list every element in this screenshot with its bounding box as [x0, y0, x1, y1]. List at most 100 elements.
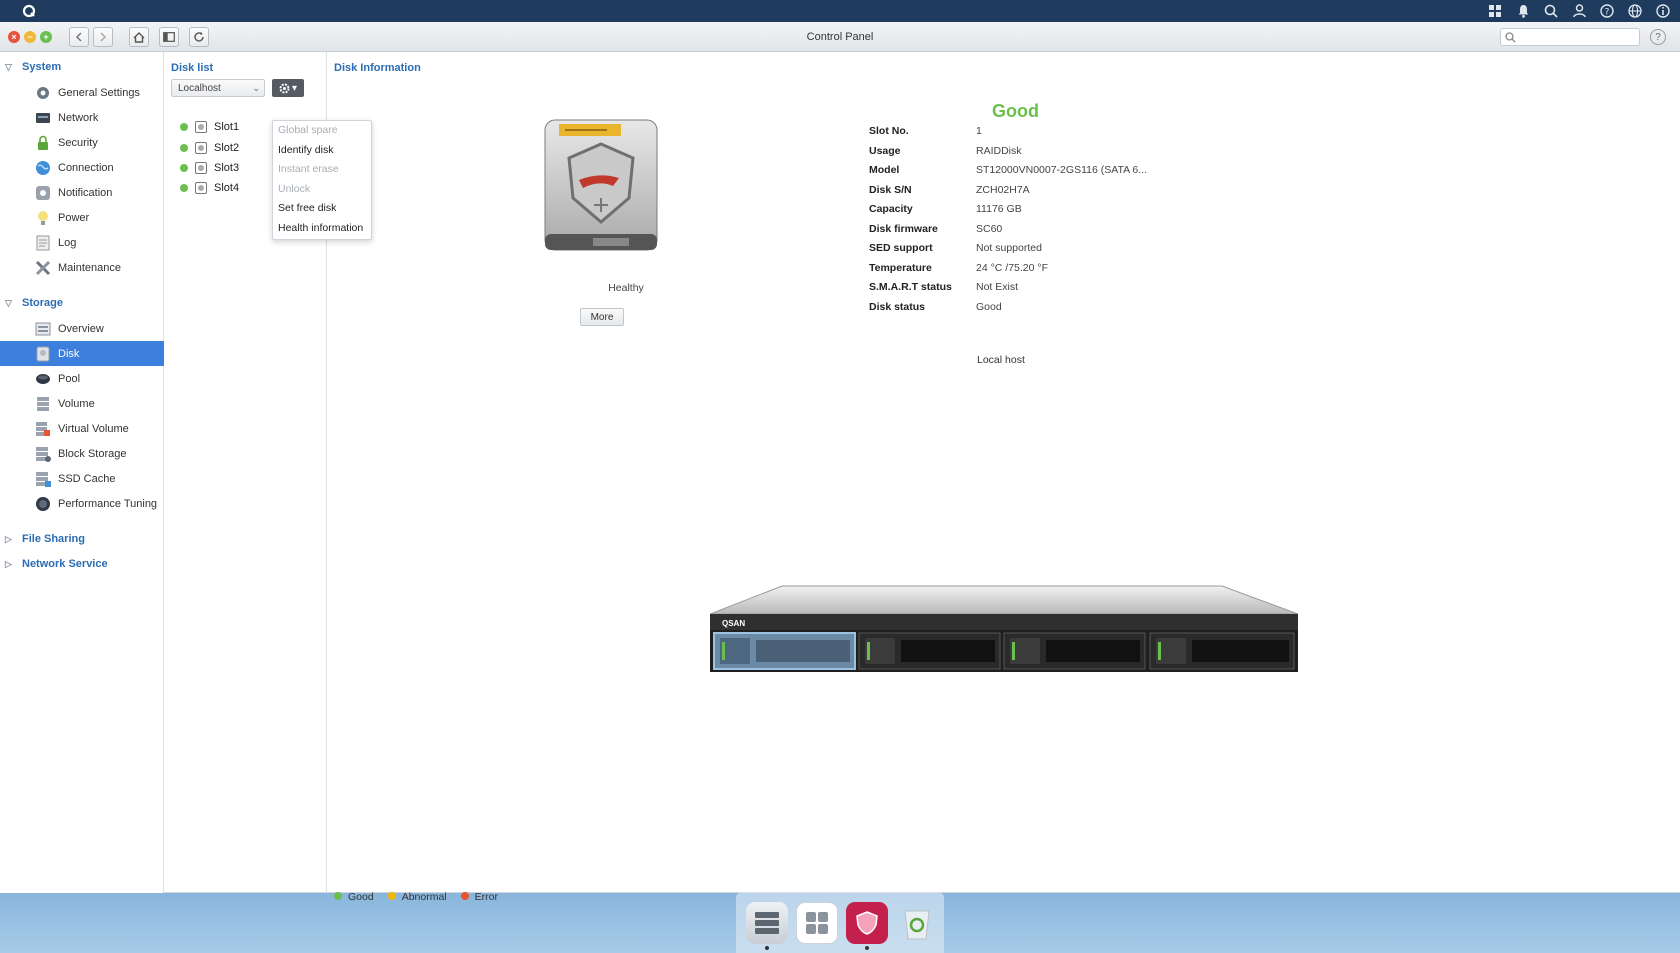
- info-row-slot-no: Slot No. 1: [869, 121, 982, 141]
- sidebar-section-label: File Sharing: [22, 533, 85, 545]
- language-globe-icon[interactable]: [1626, 2, 1644, 20]
- sidebar-section-label: Storage: [22, 297, 63, 309]
- block-storage-icon: [34, 445, 52, 463]
- chevron-right-icon: ▷: [5, 533, 12, 544]
- running-indicator: [865, 945, 869, 950]
- chevron-down-icon: ▽: [5, 61, 12, 72]
- lock-icon: [34, 134, 52, 152]
- sidebar-item-label: Power: [58, 211, 90, 224]
- sidebar-item-block-storage[interactable]: Block Storage: [0, 441, 164, 466]
- info-value: Good: [976, 300, 1002, 313]
- sidebar-item-performance-tuning[interactable]: Performance Tuning: [0, 491, 164, 516]
- recycle-bin-dock-icon[interactable]: [896, 902, 938, 944]
- sidebar-item-notification[interactable]: Notification: [0, 180, 164, 205]
- info-row-model: Model ST12000VN0007-2GS116 (SATA 6...: [869, 160, 1147, 180]
- sidebar-item-label: Virtual Volume: [58, 422, 129, 435]
- security-shield-dock-icon[interactable]: [846, 901, 888, 950]
- sidebar-item-volume[interactable]: Volume: [0, 391, 164, 416]
- health-status-label: Healthy: [608, 282, 644, 294]
- sidebar-item-virtual-volume[interactable]: Virtual Volume: [0, 416, 164, 441]
- sidebar-section-label: System: [22, 61, 62, 73]
- sidebar-section-file-sharing[interactable]: ▷ File Sharing: [0, 528, 164, 550]
- help-icon[interactable]: ?: [1598, 2, 1616, 20]
- notification-bell-icon[interactable]: [1514, 2, 1532, 20]
- sidebar-item-label: Block Storage: [58, 447, 127, 460]
- status-good-indicator: [180, 164, 188, 172]
- info-label: Disk firmware: [869, 222, 938, 235]
- menu-item-health-information[interactable]: Health information: [273, 219, 371, 239]
- chevron-down-icon: ▽: [5, 297, 12, 308]
- slot-label: Slot2: [214, 142, 240, 154]
- info-row-disk-firmware: Disk firmware SC60: [869, 219, 1002, 239]
- info-value: SC60: [976, 222, 1003, 235]
- control-panel-dock-icon[interactable]: [746, 901, 788, 950]
- sidebar-item-pool[interactable]: Pool: [0, 366, 164, 391]
- host-select[interactable]: Localhost ⌄: [171, 79, 265, 97]
- info-label: Slot No.: [869, 124, 909, 137]
- error-dot-icon: [460, 892, 469, 900]
- sidebar-section-network-service[interactable]: ▷ Network Service: [0, 553, 164, 575]
- enclosure-bay-2[interactable]: [858, 632, 1001, 670]
- volume-stack-icon: [34, 395, 52, 413]
- search-field[interactable]: [1500, 28, 1640, 46]
- info-value: 1: [976, 124, 982, 137]
- menu-item-identify-disk[interactable]: Identify disk: [273, 141, 371, 161]
- info-value: Not supported: [976, 241, 1042, 254]
- enclosure-bay-4[interactable]: [1149, 632, 1295, 670]
- qsan-logo-icon[interactable]: [18, 0, 40, 22]
- sidebar-item-connection[interactable]: Connection: [0, 155, 164, 180]
- gauge-icon: [34, 495, 52, 513]
- overview-icon: [34, 320, 52, 338]
- more-button[interactable]: More: [580, 308, 624, 326]
- good-dot-icon: [334, 892, 342, 900]
- info-icon[interactable]: [1654, 2, 1672, 20]
- sidebar-item-network[interactable]: Network: [0, 105, 164, 130]
- search-icon: [1505, 32, 1516, 43]
- sidebar-item-ssd-cache[interactable]: SSD Cache: [0, 466, 164, 491]
- dock: [736, 892, 944, 953]
- gear-icon: [34, 84, 52, 102]
- disk-icon: [195, 142, 207, 154]
- info-row-temperature: Temperature 24 °C /75.20 °F: [869, 258, 1048, 278]
- info-row-capacity: Capacity 11176 GB: [869, 199, 1022, 219]
- sidebar-item-log[interactable]: Log: [0, 230, 164, 255]
- legend-label: Error: [474, 891, 498, 903]
- info-label: Temperature: [869, 261, 932, 274]
- disk-status-heading: Good: [992, 101, 1039, 121]
- search-input[interactable]: [1519, 29, 1639, 45]
- info-row-usage: Usage RAIDDisk: [869, 141, 1022, 161]
- user-icon[interactable]: [1570, 2, 1588, 20]
- sidebar-item-label: Network: [58, 111, 99, 124]
- sidebar-item-security[interactable]: Security: [0, 130, 164, 155]
- app-launcher-dock-icon[interactable]: [796, 901, 838, 944]
- info-label: SED support: [869, 241, 933, 254]
- sidebar-item-overview[interactable]: Overview: [0, 316, 164, 341]
- status-good-indicator: [180, 123, 188, 131]
- sidebar-item-label: Maintenance: [58, 261, 121, 274]
- sidebar-item-power[interactable]: Power: [0, 205, 164, 230]
- apps-grid-icon[interactable]: [1486, 2, 1504, 20]
- legend-label: Good: [348, 891, 374, 903]
- search-icon[interactable]: [1542, 2, 1560, 20]
- disk-icon: [195, 182, 207, 194]
- sidebar-item-label: SSD Cache: [58, 472, 116, 485]
- sidebar-item-maintenance[interactable]: Maintenance: [0, 255, 164, 280]
- status-legend: Good Abnormal Error: [334, 891, 498, 903]
- menu-item-global-spare: Global spare: [278, 124, 338, 136]
- disk-actions-button[interactable]: ▾: [272, 79, 304, 97]
- disk-information-panel: Disk Information Healthy More Good Slot …: [328, 52, 1680, 903]
- sidebar-item-disk[interactable]: Disk: [0, 341, 164, 366]
- virtual-volume-icon: [34, 420, 52, 438]
- sidebar-section-label: Network Service: [22, 558, 108, 570]
- enclosure-bay-3[interactable]: [1003, 632, 1146, 670]
- sidebar-item-general-settings[interactable]: General Settings: [0, 80, 164, 105]
- sidebar-section-system[interactable]: ▽ System: [0, 56, 164, 78]
- enclosure-bay-1[interactable]: [713, 632, 856, 670]
- globe-icon: [34, 159, 52, 177]
- menu-item-set-free-disk[interactable]: Set free disk: [273, 199, 371, 219]
- info-row-smart-status: S.M.A.R.T status Not Exist: [869, 277, 1018, 297]
- sidebar-section-storage[interactable]: ▽ Storage: [0, 292, 164, 314]
- legend-label: Abnormal: [401, 891, 447, 903]
- info-row-sed-support: SED support Not supported: [869, 238, 1042, 258]
- help-button[interactable]: ?: [1650, 29, 1666, 45]
